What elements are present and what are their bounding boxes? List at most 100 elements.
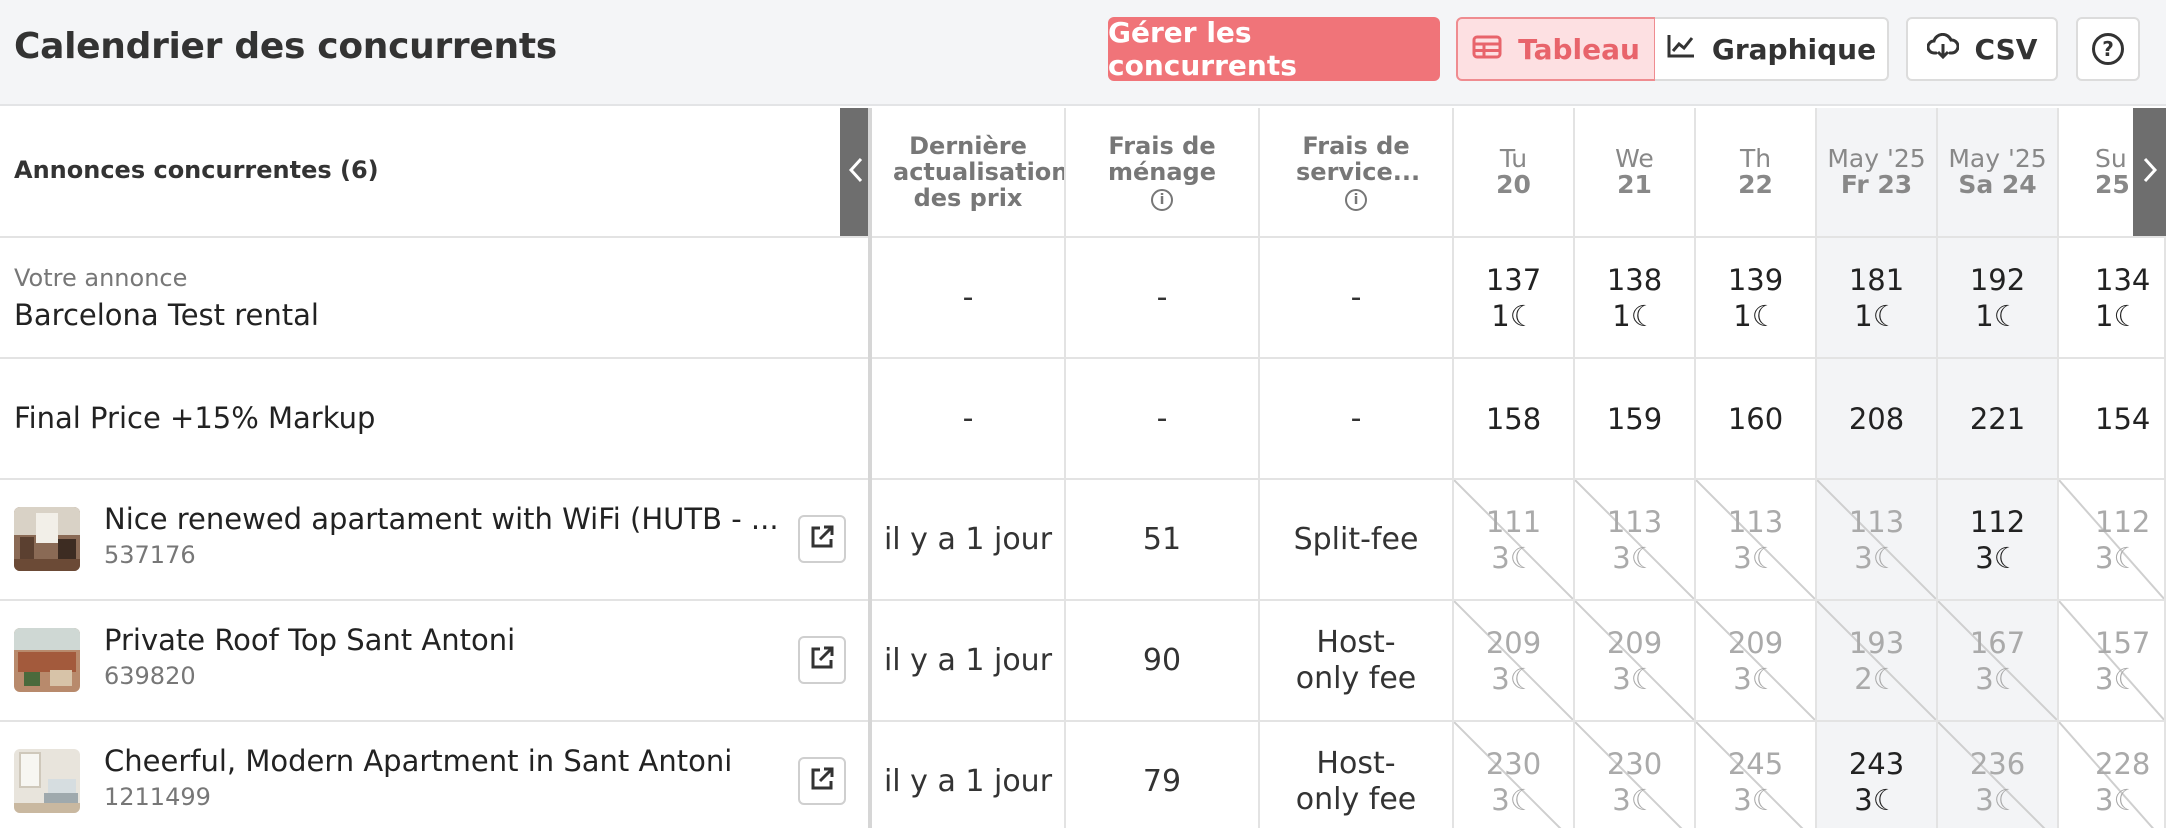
listing-title[interactable]: Private Roof Top Sant Antoni: [104, 623, 515, 657]
cleaning-fee-column-header: Frais de ménage i: [1066, 108, 1260, 238]
min-nights: 3☾: [1612, 782, 1656, 818]
moon-icon: ☾: [1509, 298, 1536, 333]
listing-thumbnail: [14, 507, 80, 571]
listing-thumbnail: [14, 749, 80, 813]
price-cell[interactable]: 138 1☾: [1575, 238, 1696, 359]
price-cell-unavailable[interactable]: 111 3☾: [1454, 480, 1575, 601]
moon-icon: ☾: [1751, 782, 1778, 817]
last-update-cell: -: [872, 238, 1066, 359]
price-cell-unavailable[interactable]: 209 3☾: [1454, 601, 1575, 722]
moon-icon: ☾: [2113, 661, 2140, 696]
price-cell[interactable]: 181 1☾: [1817, 238, 1938, 359]
min-nights: 1☾: [1491, 298, 1535, 334]
price-cell-unavailable[interactable]: 230 3☾: [1454, 722, 1575, 828]
price-cell-unavailable[interactable]: 113 3☾: [1817, 480, 1938, 601]
info-icon[interactable]: i: [1151, 189, 1173, 211]
price-cell-unavailable[interactable]: 157 3☾: [2059, 601, 2166, 722]
table-view-toggle[interactable]: Tableau: [1456, 17, 1656, 81]
date-column-header: May '25 Sa 24: [1938, 108, 2059, 238]
price-cell[interactable]: 208: [1817, 359, 1938, 480]
price-value: 245: [1727, 746, 1784, 781]
your-listing-label: Votre annonce: [14, 264, 188, 292]
info-icon[interactable]: i: [1345, 189, 1367, 211]
price-value: 113: [1606, 504, 1663, 539]
service-fee-value: Host-only fee: [1295, 624, 1417, 696]
cleaning-fee-header-label: Frais de ménage: [1107, 132, 1217, 186]
service-fee-cell: Split-fee: [1260, 480, 1454, 601]
table-row[interactable]: Cheerful, Modern Apartment in Sant Anton…: [0, 722, 872, 828]
price-cell[interactable]: 159: [1575, 359, 1696, 480]
price-cell[interactable]: 160: [1696, 359, 1817, 480]
price-cell-unavailable[interactable]: 113 3☾: [1575, 480, 1696, 601]
price-cell-unavailable[interactable]: 193 2☾: [1817, 601, 1938, 722]
price-cell-unavailable[interactable]: 112 3☾: [2059, 480, 2166, 601]
min-nights-value: 3: [1491, 782, 1510, 817]
price-cell[interactable]: 137 1☾: [1454, 238, 1575, 359]
scroll-right-button[interactable]: [2133, 108, 2166, 236]
moon-icon: ☾: [1630, 782, 1657, 817]
price-cell-unavailable[interactable]: 230 3☾: [1575, 722, 1696, 828]
help-button[interactable]: ?: [2076, 17, 2140, 81]
external-link-icon: [809, 524, 835, 554]
page-header: Calendrier des concurrents Gérer les con…: [0, 0, 2166, 106]
moon-icon: ☾: [1509, 540, 1536, 575]
date-header-bottom: Sa 24: [1958, 170, 2037, 199]
chart-view-toggle[interactable]: Graphique: [1655, 17, 1889, 81]
price-value: 112: [1969, 504, 2026, 539]
open-listing-button[interactable]: [798, 515, 846, 563]
price-value: 228: [2095, 746, 2151, 781]
table-icon: [1472, 33, 1502, 66]
price-cell[interactable]: 221: [1938, 359, 2059, 480]
table-row[interactable]: Private Roof Top Sant Antoni 639820: [0, 601, 872, 722]
min-nights-value: 3: [1733, 661, 1752, 696]
moon-icon: ☾: [1751, 661, 1778, 696]
min-nights-value: 1: [1975, 298, 1994, 333]
manage-competitors-button[interactable]: Gérer les concurrents: [1108, 16, 1440, 82]
price-cell[interactable]: 243 3☾: [1817, 722, 1938, 828]
price-value: 230: [1606, 746, 1663, 781]
min-nights-value: 3: [1975, 782, 1994, 817]
price-cell-unavailable[interactable]: 209 3☾: [1696, 601, 1817, 722]
open-listing-button[interactable]: [798, 757, 846, 805]
min-nights-value: 3: [1491, 540, 1510, 575]
min-nights-value: 3: [1854, 540, 1873, 575]
min-nights-value: 3: [1733, 782, 1752, 817]
date-header-bottom: 21: [1617, 170, 1652, 199]
listing-title[interactable]: Nice renewed apartament with WiFi (HUTB …: [104, 502, 779, 536]
min-nights: 3☾: [1491, 782, 1535, 818]
min-nights: 3☾: [1975, 782, 2019, 818]
min-nights: 3☾: [1733, 782, 1777, 818]
price-cell[interactable]: 154: [2059, 359, 2166, 480]
price-cell[interactable]: 112 3☾: [1938, 480, 2059, 601]
min-nights: 3☾: [2095, 661, 2139, 697]
min-nights: 1☾: [1612, 298, 1656, 334]
open-listing-button[interactable]: [798, 636, 846, 684]
price-cell-unavailable[interactable]: 228 3☾: [2059, 722, 2166, 828]
listing-title[interactable]: Cheerful, Modern Apartment in Sant Anton…: [104, 744, 732, 778]
moon-icon: ☾: [1630, 540, 1657, 575]
min-nights: 3☾: [1854, 540, 1898, 576]
price-cell-unavailable[interactable]: 167 3☾: [1938, 601, 2059, 722]
price-value: 134: [2095, 262, 2151, 297]
external-link-icon: [809, 645, 835, 675]
price-cell[interactable]: 158: [1454, 359, 1575, 480]
table-row: Votre annonce Barcelona Test rental: [0, 238, 872, 359]
price-cell[interactable]: 134 1☾: [2059, 238, 2166, 359]
moon-icon: ☾: [2113, 540, 2140, 575]
price-value: 111: [1485, 504, 1542, 539]
price-cell-unavailable[interactable]: 209 3☾: [1575, 601, 1696, 722]
table-row[interactable]: Nice renewed apartament with WiFi (HUTB …: [0, 480, 872, 601]
csv-export-button[interactable]: CSV: [1906, 17, 2058, 81]
price-cell[interactable]: 139 1☾: [1696, 238, 1817, 359]
min-nights: 3☾: [1612, 540, 1656, 576]
price-cell-unavailable[interactable]: 245 3☾: [1696, 722, 1817, 828]
min-nights-value: 1: [1854, 298, 1873, 333]
table-view-label: Tableau: [1518, 32, 1640, 66]
date-header-top: We: [1615, 144, 1654, 173]
price-value: 209: [1727, 625, 1784, 660]
date-header-bottom: 22: [1738, 170, 1773, 199]
price-cell[interactable]: 192 1☾: [1938, 238, 2059, 359]
price-cell-unavailable[interactable]: 236 3☾: [1938, 722, 2059, 828]
price-value: 230: [1485, 746, 1542, 781]
price-cell-unavailable[interactable]: 113 3☾: [1696, 480, 1817, 601]
